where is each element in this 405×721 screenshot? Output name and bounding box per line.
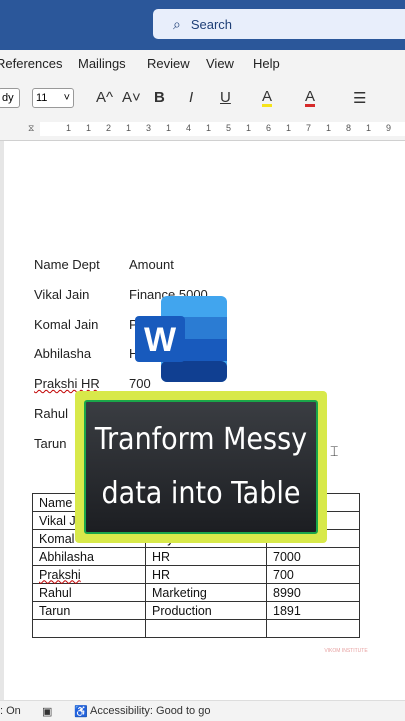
table-row: Tarun Production 1891 [32,601,360,620]
underline-button[interactable]: U [220,89,231,106]
accessibility-status[interactable]: Accessibility: Good to go [90,705,210,717]
font-name-dropdown[interactable]: dy [0,88,20,108]
accessibility-icon: ♿ [74,706,88,718]
title-overlay: Tranform Messy data into Table [75,391,327,543]
title-overlay-panel: Tranform Messy data into Table [84,400,318,534]
bullets-icon[interactable]: ☰ [353,89,366,107]
overlay-line-1: Tranform Messy [94,422,308,457]
ruler-tick: 1 [126,123,132,133]
italic-button[interactable]: I [189,89,193,106]
search-icon: ⌕ [173,15,181,32]
ruler-tick: 1 [286,123,292,133]
status-text[interactable]: : On [0,705,21,717]
status-bar: : On ▣ ♿ Accessibility: Good to go [0,700,405,721]
bold-button[interactable]: B [154,89,165,106]
text-line: Abhilasha [34,346,92,361]
word-logo-letter: W [144,321,177,359]
watermark-logo: VIKOM INSTITUTE [324,648,368,654]
table-row: Rahul Marketing 8990 [32,583,360,602]
text-line: Komal Jain [34,317,99,332]
chevron-down-icon: ˅ [63,92,70,104]
text-line: Prakshi HR [34,376,100,391]
text-line: Vikal Jain [34,287,90,302]
highlight-button[interactable]: A [262,89,273,107]
font-size-dropdown[interactable]: 11 ˅ [32,88,74,108]
ribbon-tabs: References Mailings Review View Help [0,50,405,80]
table-row [32,619,360,638]
ruler-tick: 3 [146,123,152,133]
ruler-tick: 7 [306,123,312,133]
ruler-tick: 6 [266,123,272,133]
ruler-tick: 5 [226,123,232,133]
table-row: Abhilasha HR 7000 [32,547,360,566]
ruler-tick: 1 [366,123,372,133]
indent-marker-icon[interactable]: ⧖ [28,123,34,134]
shrink-font-button[interactable]: A˅ [122,89,141,106]
text-line: Amount [129,257,174,272]
page-gutter [0,141,4,700]
focus-icon[interactable]: ▣ [42,705,52,718]
ruler-tick: 1 [326,123,332,133]
tab-references[interactable]: References [0,56,62,71]
text-line: Rahul [34,406,68,421]
ruler-tick: 9 [386,123,392,133]
text-line: Tarun [34,436,67,451]
ruler-tick: 1 [246,123,252,133]
text-cursor-icon: ⌶ [330,443,339,459]
overlay-line-2: data into Table [101,476,301,511]
ruler-tick: 1 [166,123,172,133]
ruler-tick: 1 [66,123,72,133]
ruler-tick: 8 [346,123,352,133]
ruler: ⧖ 1 1 2 1 3 1 4 1 5 1 6 1 7 1 8 1 9 [0,118,405,141]
search-box[interactable]: ⌕ Search [153,9,405,39]
tab-review[interactable]: Review [147,56,190,71]
title-bar: ⌕ Search [0,0,405,50]
ruler-tick: 1 [206,123,212,133]
ruler-tick: 1 [86,123,92,133]
ruler-tick: 4 [186,123,192,133]
grow-font-button[interactable]: A^ [96,89,113,106]
table-row: Prakshi HR 700 [32,565,360,584]
search-label: Search [190,16,233,32]
tab-help[interactable]: Help [253,56,280,71]
tab-mailings[interactable]: Mailings [78,56,126,71]
word-logo-icon: W [135,296,227,382]
text-line: Name Dept [34,257,100,272]
ruler-tick: 2 [106,123,112,133]
tab-view[interactable]: View [206,56,234,71]
font-color-button[interactable]: A [305,89,316,107]
